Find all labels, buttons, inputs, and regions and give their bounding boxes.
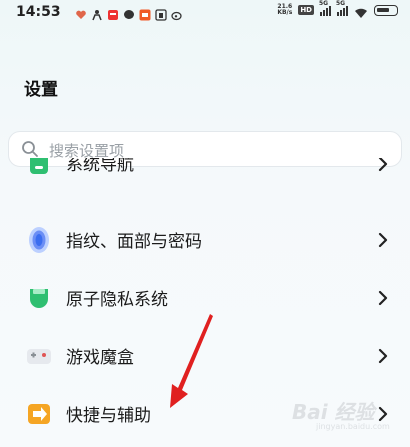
shortcut-icon	[28, 404, 50, 424]
settings-item-fingerprint-face-password[interactable]: 指纹、面部与密码	[0, 210, 410, 270]
notification-icons	[75, 6, 183, 21]
fingerprint-icon	[29, 227, 49, 253]
page-title: 设置	[24, 80, 58, 100]
settings-item-label: 指纹、面部与密码	[66, 232, 202, 252]
navigation-icon	[30, 158, 48, 174]
status-time: 14:53	[16, 4, 61, 20]
chevron-right-icon	[378, 348, 388, 364]
heart-notification-icon	[75, 6, 87, 19]
battery-icon	[374, 4, 398, 16]
shop-notification-icon	[139, 6, 151, 21]
watermark-sub: jingyan.baidu.com	[316, 422, 390, 431]
settings-item-label: 快捷与辅助	[66, 406, 151, 426]
chevron-right-icon	[378, 232, 388, 248]
settings-item-label: 系统导航	[66, 158, 134, 175]
settings-item-label: 原子隐私系统	[66, 290, 168, 310]
weibo-notification-icon	[171, 6, 183, 21]
watermark-text: Bai 经验	[292, 400, 375, 424]
app-notification-icon	[107, 6, 119, 20]
annotation-arrow-icon	[170, 314, 213, 408]
settings-item-system-navigation[interactable]: 系统导航	[0, 158, 410, 186]
calendar-notification-icon	[155, 6, 167, 21]
watermark-logo: Bai 经验 jingyan.baidu.com	[286, 392, 396, 442]
game-box-icon	[27, 349, 51, 364]
settings-item-label: 游戏魔盒	[66, 348, 134, 368]
sim1-signal-icon: 5G	[319, 0, 331, 16]
privacy-icon	[30, 289, 48, 308]
search-icon	[22, 141, 38, 157]
chat-notification-icon	[123, 6, 135, 19]
status-bar: 14:53 21.6 KB/s HD 5G 5G	[0, 0, 410, 26]
hd-badge: HD	[298, 5, 314, 15]
system-status-icons: 21.6 KB/s HD 5G 5G	[277, 0, 398, 18]
person-notification-icon	[91, 6, 103, 21]
chevron-right-icon	[378, 290, 388, 306]
wifi-icon	[354, 4, 368, 18]
chevron-right-icon	[378, 158, 388, 172]
sim2-signal-icon: 5G	[336, 0, 348, 16]
net-speed: 21.6 KB/s	[277, 3, 293, 16]
